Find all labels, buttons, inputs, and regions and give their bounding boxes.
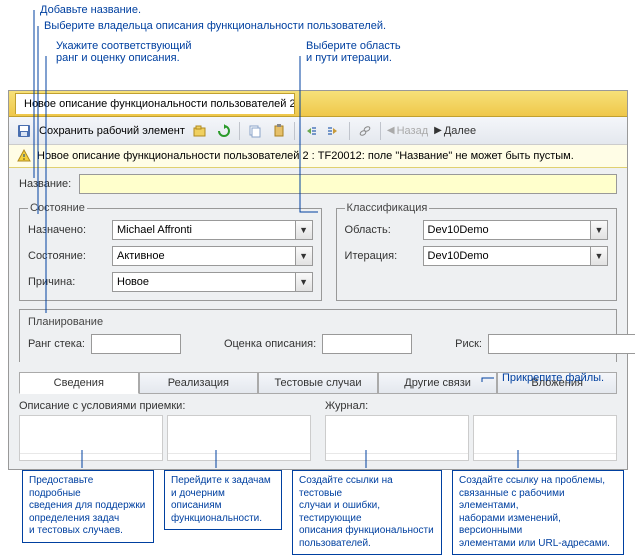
callout-rank: Укажите соответствующий ранг и оценку оп…	[56, 40, 192, 64]
callout-box-details: Предоставьте подробные сведения для подд…	[22, 470, 154, 543]
callout-attach: Прикрепите файлы.	[502, 372, 604, 384]
callout-box-implementation: Перейдите к задачам и дочерним описаниям…	[164, 470, 282, 530]
callout-box-links: Создайте ссылку на проблемы, связанные с…	[452, 470, 624, 555]
callout-area: Выберите область и пути итерации.	[306, 40, 401, 64]
callout-owner: Выберите владельца описания функциональн…	[44, 20, 386, 32]
callout-box-tests: Создайте ссылки на тестовые случаи и оши…	[292, 470, 442, 555]
callout-title: Добавьте название.	[40, 4, 141, 16]
